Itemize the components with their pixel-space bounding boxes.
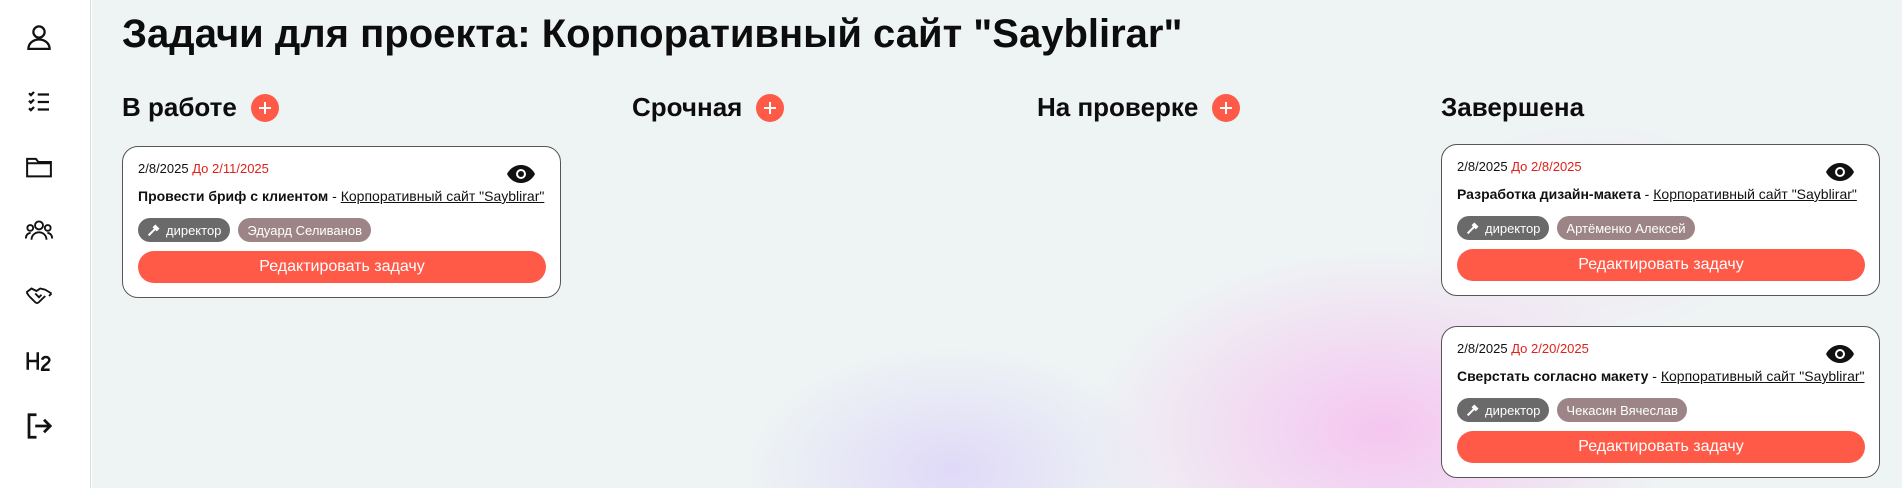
due-date: До 2/11/2025 [192,161,269,176]
column-header-done: Завершена [1441,92,1584,123]
role-tag: директор [138,218,231,242]
task-title: Разработка дизайн-макета [1457,186,1641,202]
project-link[interactable]: Корпоративный сайт "Sayblirar" [1653,186,1857,202]
task-title: Сверстать согласно макету [1457,368,1649,384]
logout-button[interactable] [23,410,55,442]
column-title: Завершена [1441,92,1585,122]
task-separator: - [1648,368,1661,384]
plus-icon [258,101,271,114]
projects-nav-button[interactable] [23,151,55,183]
role-label: директор [1485,402,1541,418]
add-task-button[interactable] [1212,93,1241,122]
column-title: На проверке [1037,92,1199,122]
task-card: 2/8/2025 До 2/8/2025 Разработка дизайн-м… [1441,144,1880,296]
sidebar [0,0,91,488]
created-date: 2/8/2025 [1457,159,1508,174]
add-task-button[interactable] [756,93,785,122]
column-title: Срочная [632,92,743,122]
team-nav-button[interactable] [23,215,55,247]
edit-task-button[interactable]: Редактировать задачу [1457,431,1865,463]
profile-nav-button[interactable] [23,21,55,53]
tasks-nav-button[interactable] [23,86,55,118]
task-title-line: Сверстать согласно макету - Корпоративны… [1457,368,1867,384]
clients-nav-button[interactable] [23,280,55,312]
task-dates: 2/8/2025 До 2/8/2025 [1457,159,1582,174]
role-label: директор [1485,220,1541,236]
task-tags: директор Эдуард Селиванов [138,218,371,242]
assignee-tag: Эдуард Селиванов [238,218,371,242]
user-icon [27,25,51,50]
task-title: Провести бриф с клиентом [138,188,329,204]
checklist-icon [28,91,49,112]
task-title-line: Провести бриф с клиентом - Корпоративный… [138,188,548,204]
task-card: 2/8/2025 До 2/11/2025 Провести бриф с кл… [122,146,561,298]
assignee-tag: Чекасин Вячеслав [1557,398,1687,422]
eye-icon[interactable] [1825,341,1855,367]
handshake-icon [25,287,53,304]
hammer-icon [147,223,160,236]
column-header-in-progress: В работе [122,92,279,123]
page-title: Задачи для проекта: Корпоративный сайт "… [122,12,1183,56]
headings-nav-button[interactable] [23,345,55,377]
role-tag: директор [1457,216,1550,240]
folder-icon [26,157,52,178]
created-date: 2/8/2025 [138,161,189,176]
eye-icon[interactable] [1825,159,1855,185]
hammer-icon [1466,221,1479,234]
logout-icon [27,413,53,439]
column-header-review: На проверке [1037,92,1241,123]
project-link[interactable]: Корпоративный сайт "Sayblirar" [341,188,545,204]
role-tag: директор [1457,398,1550,422]
task-dates: 2/8/2025 До 2/11/2025 [138,161,269,176]
h2-icon [26,352,51,371]
role-label: директор [166,222,222,238]
task-title-line: Разработка дизайн-макета - Корпоративный… [1457,186,1867,202]
edit-task-button[interactable]: Редактировать задачу [138,251,546,283]
team-icon [24,220,54,240]
task-card: 2/8/2025 До 2/20/2025 Сверстать согласно… [1441,326,1880,478]
main-board: Задачи для проекта: Корпоративный сайт "… [92,0,1902,488]
plus-icon [1220,101,1233,114]
task-dates: 2/8/2025 До 2/20/2025 [1457,341,1589,356]
column-title: В работе [122,92,237,122]
task-tags: директор Чекасин Вячеслав [1457,398,1687,422]
task-separator: - [328,188,341,204]
plus-icon [764,101,777,114]
edit-task-button[interactable]: Редактировать задачу [1457,249,1865,281]
add-task-button[interactable] [250,93,279,122]
column-header-urgent: Срочная [632,92,785,123]
task-separator: - [1640,186,1654,202]
created-date: 2/8/2025 [1457,341,1508,356]
project-link[interactable]: Корпоративный сайт "Sayblirar" [1661,368,1865,384]
task-tags: директор Артёменко Алексей [1457,216,1695,240]
due-date: До 2/8/2025 [1511,159,1582,174]
hammer-icon [1466,403,1479,416]
eye-icon[interactable] [506,161,536,187]
assignee-tag: Артёменко Алексей [1557,216,1695,240]
due-date: До 2/20/2025 [1511,341,1589,356]
